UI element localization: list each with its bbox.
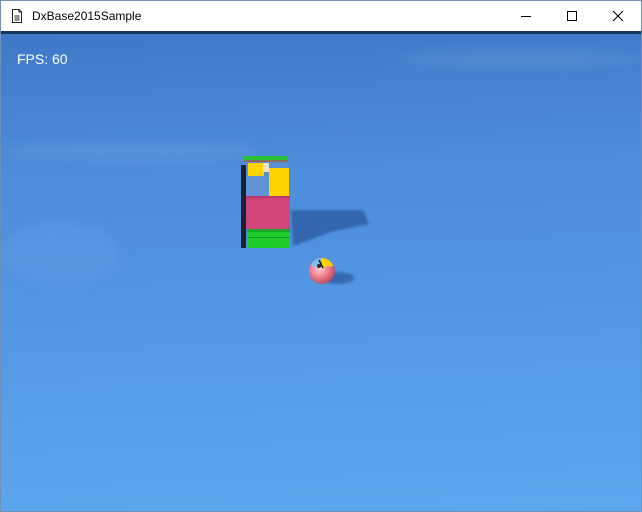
document-icon[interactable] (10, 9, 24, 23)
maximize-icon (567, 11, 577, 21)
window-title: DxBase2015Sample (32, 9, 142, 23)
maximize-button[interactable] (549, 1, 595, 31)
ball (309, 258, 335, 284)
minimize-icon (521, 16, 531, 17)
fps-counter: FPS: 60 (17, 51, 68, 67)
tower-top (244, 156, 288, 160)
pink-block (246, 196, 290, 229)
tower-edge (241, 165, 246, 248)
tower-shadow (291, 210, 369, 246)
block-tower (241, 156, 290, 248)
close-button[interactable] (595, 1, 641, 31)
3d-scene (241, 156, 369, 284)
yellow-block (269, 168, 289, 196)
title-bar[interactable]: DxBase2015Sample (1, 1, 641, 31)
render-viewport[interactable]: FPS: 60 (1, 34, 641, 511)
app-window: DxBase2015Sample FPS: 60 (0, 0, 642, 512)
yellow-block (248, 163, 264, 176)
minimize-button[interactable] (503, 1, 549, 31)
close-icon (612, 10, 624, 22)
